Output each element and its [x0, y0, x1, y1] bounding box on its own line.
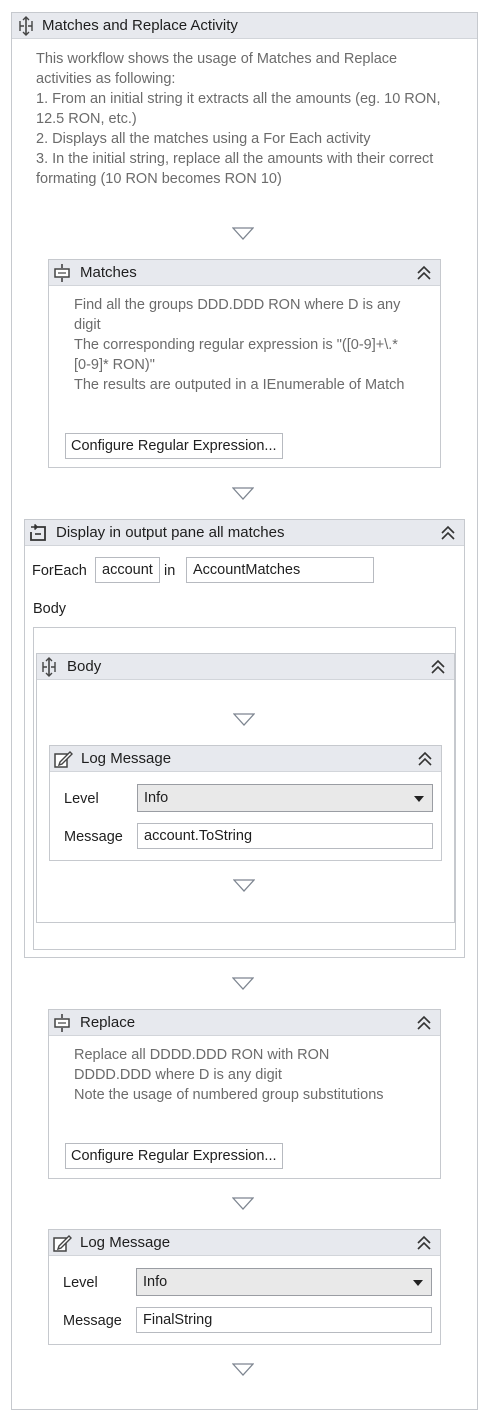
foreach-body-container: Body Log Message Level Info Message acco…: [33, 627, 456, 950]
level-label: Level: [64, 791, 99, 807]
foreach-activity[interactable]: Display in output pane all matches ForEa…: [24, 519, 465, 958]
collapse-icon[interactable]: [440, 524, 456, 542]
drop-arrow-icon[interactable]: [233, 713, 255, 727]
matches-activity[interactable]: Matches Find all the groups DDD.DDD RON …: [48, 259, 441, 468]
chevron-down-icon: [413, 1280, 423, 1286]
activity-icon: [52, 1013, 72, 1033]
drop-arrow-icon[interactable]: [232, 227, 254, 241]
message-label: Message: [64, 829, 123, 845]
drop-arrow-icon[interactable]: [233, 879, 255, 893]
final-log-message-header[interactable]: Log Message: [49, 1230, 440, 1256]
foreach-label: ForEach: [32, 563, 87, 579]
collapse-icon[interactable]: [416, 264, 432, 282]
drop-arrow-icon[interactable]: [232, 1363, 254, 1377]
sequence-icon: [16, 16, 36, 36]
log-message-activity[interactable]: Log Message Level Info Message account.T…: [49, 745, 442, 861]
matches-title: Matches: [80, 264, 137, 281]
replace-header[interactable]: Replace: [49, 1010, 440, 1036]
level-select[interactable]: Info: [137, 784, 433, 812]
body-sequence-header[interactable]: Body: [37, 654, 454, 680]
replace-title: Replace: [80, 1014, 136, 1031]
foreach-item-variable-input[interactable]: account: [95, 557, 160, 583]
level-select-value: Info: [143, 1274, 168, 1290]
level-label: Level: [63, 1275, 98, 1291]
message-label: Message: [63, 1313, 122, 1329]
body-sequence-title: Body: [67, 658, 102, 675]
foreach-icon: [28, 523, 48, 543]
final-log-message-title: Log Message: [80, 1234, 171, 1251]
replace-description: Replace all DDDD.DDD RON with RON DDDD.D…: [74, 1047, 384, 1103]
matches-description: Find all the groups DDD.DDD RON where D …: [74, 297, 405, 393]
drop-arrow-icon[interactable]: [232, 487, 254, 501]
sequence-icon: [39, 657, 59, 677]
foreach-header[interactable]: Display in output pane all matches: [25, 520, 464, 546]
log-message-icon: [52, 1233, 72, 1253]
collapse-icon[interactable]: [416, 1014, 432, 1032]
root-sequence-title: Matches and Replace Activity: [42, 17, 238, 34]
chevron-down-icon: [414, 796, 424, 802]
level-select-value: Info: [144, 790, 169, 806]
level-select[interactable]: Info: [136, 1268, 432, 1296]
drop-arrow-icon[interactable]: [232, 977, 254, 991]
collapse-icon[interactable]: [417, 750, 433, 768]
root-sequence-header[interactable]: Matches and Replace Activity: [12, 13, 477, 39]
matches-header[interactable]: Matches: [49, 260, 440, 286]
log-message-icon: [53, 749, 73, 769]
final-log-message-activity[interactable]: Log Message Level Info Message FinalStri…: [48, 1229, 441, 1345]
log-message-header[interactable]: Log Message: [50, 746, 441, 772]
root-description: This workflow shows the usage of Matches…: [36, 51, 441, 187]
log-message-title: Log Message: [81, 750, 172, 767]
collapse-icon[interactable]: [430, 658, 446, 676]
message-input[interactable]: account.ToString: [137, 823, 433, 849]
foreach-collection-input[interactable]: AccountMatches: [186, 557, 374, 583]
body-sequence[interactable]: Body Log Message Level Info Message acco…: [36, 653, 455, 923]
foreach-in-label: in: [164, 563, 176, 579]
drop-arrow-icon[interactable]: [232, 1197, 254, 1211]
message-input[interactable]: FinalString: [136, 1307, 432, 1333]
foreach-title: Display in output pane all matches: [56, 524, 285, 541]
configure-regex-button[interactable]: Configure Regular Expression...: [65, 1143, 283, 1169]
configure-regex-button[interactable]: Configure Regular Expression...: [65, 433, 283, 459]
replace-activity[interactable]: Replace Replace all DDDD.DDD RON with RO…: [48, 1009, 441, 1179]
foreach-body-label: Body: [33, 601, 67, 617]
collapse-icon[interactable]: [416, 1234, 432, 1252]
activity-icon: [52, 263, 72, 283]
